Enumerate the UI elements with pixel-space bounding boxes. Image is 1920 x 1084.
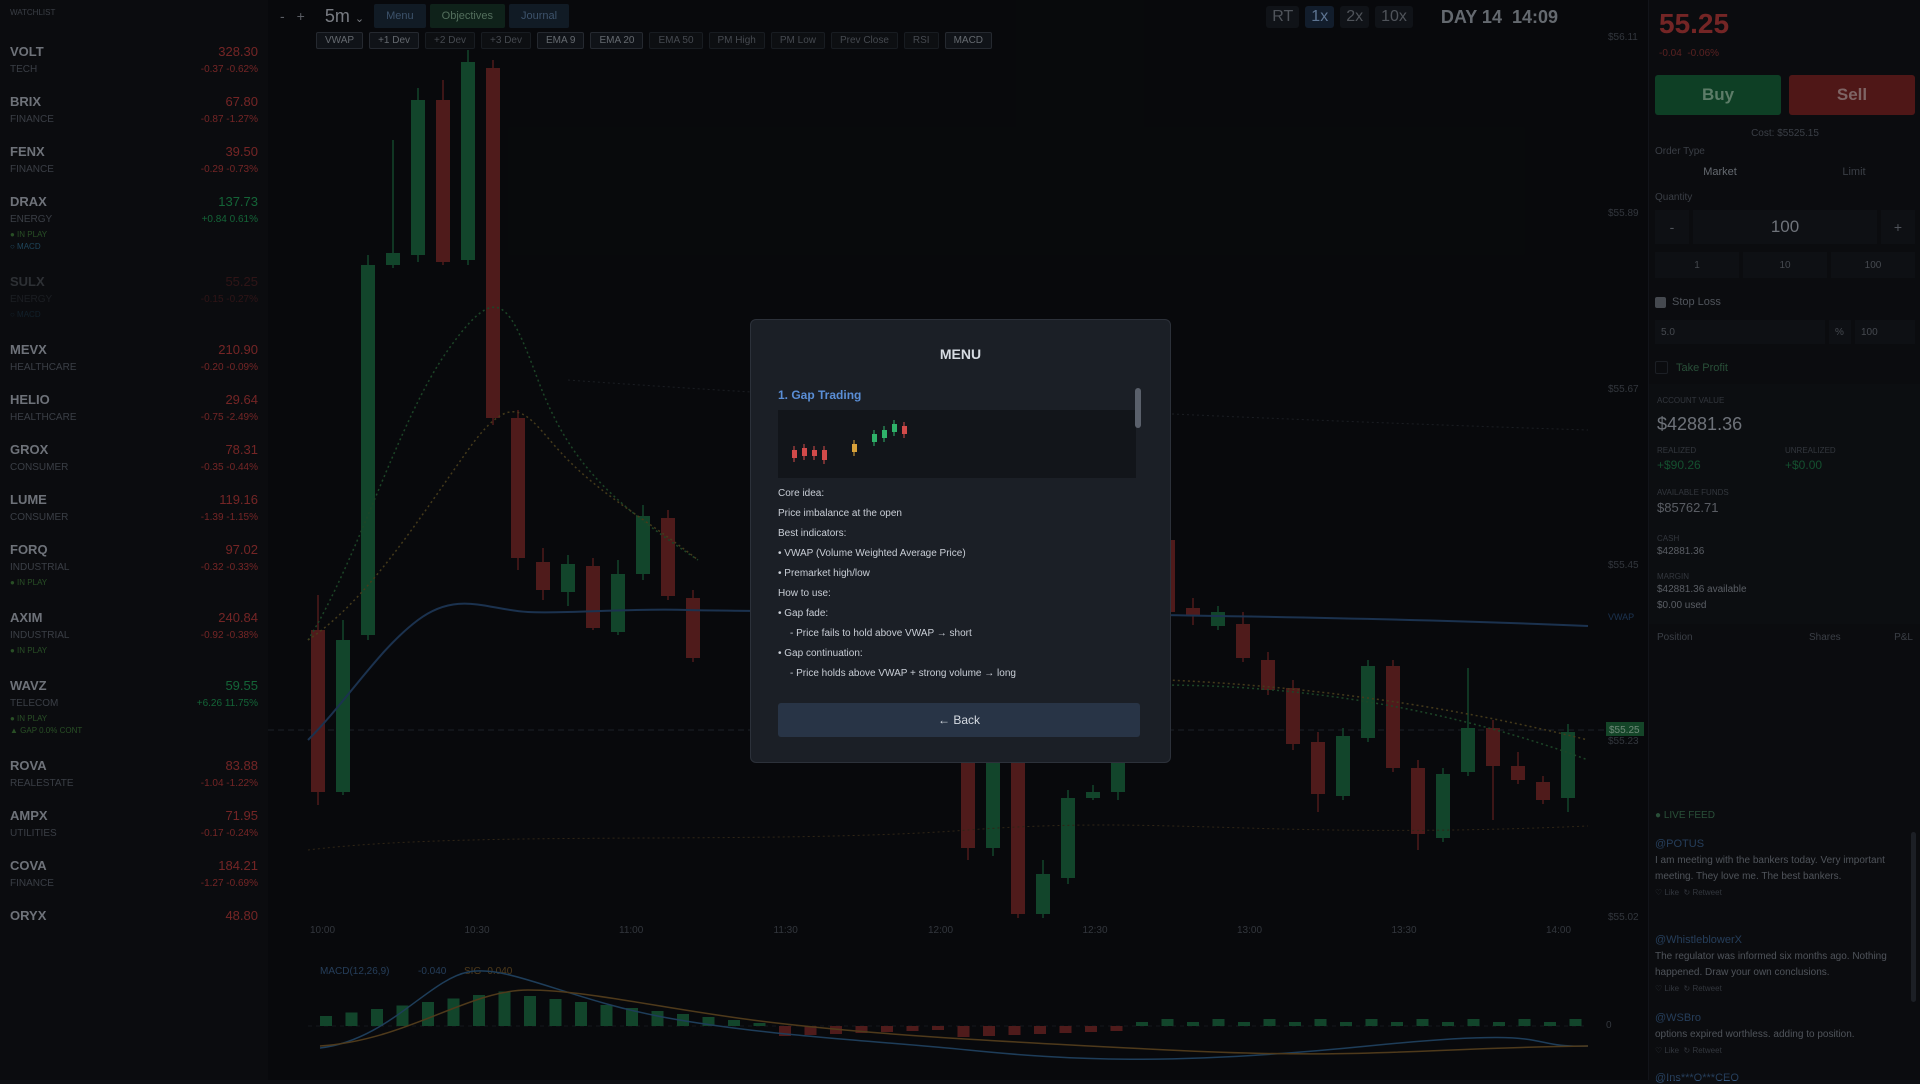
menu-text-line: How to use: [778,588,831,599]
preview-candle [802,448,807,456]
menu-text-line: Best indicators: [778,528,847,539]
preview-candle [812,450,817,456]
menu-text-line: • Gap fade: [778,608,829,619]
preview-candle [792,450,797,458]
menu-text-line: • VWAP (Volume Weighted Average Price) [778,548,966,559]
menu-text-line: - Price fails to hold above VWAP → short [790,628,972,639]
gap-chart-preview [778,410,1136,478]
back-button[interactable]: ← Back [778,703,1140,737]
menu-text-line: • Gap continuation: [778,648,863,659]
section-title: 1. Gap Trading [778,388,862,402]
preview-candle [852,444,857,452]
modal-scrollbar[interactable] [1135,388,1141,428]
preview-candle [882,430,887,438]
menu-text-line: - Price holds above VWAP + strong volume… [790,668,1016,679]
menu-modal: MENU 1. Gap Trading Core idea: Price imba… [750,319,1171,763]
preview-candle [902,426,907,434]
menu-text-line: Core idea: [778,488,825,499]
preview-candle [872,434,877,442]
modal-content[interactable]: 1. Gap Trading Core idea: Price imbalance… [778,388,1138,698]
menu-text-line: Price imbalance at the open [778,508,902,519]
menu-text-line: • Premarket high/low [778,568,870,579]
preview-candle [822,450,827,460]
preview-candle [892,424,897,432]
modal-title: MENU [939,346,982,362]
